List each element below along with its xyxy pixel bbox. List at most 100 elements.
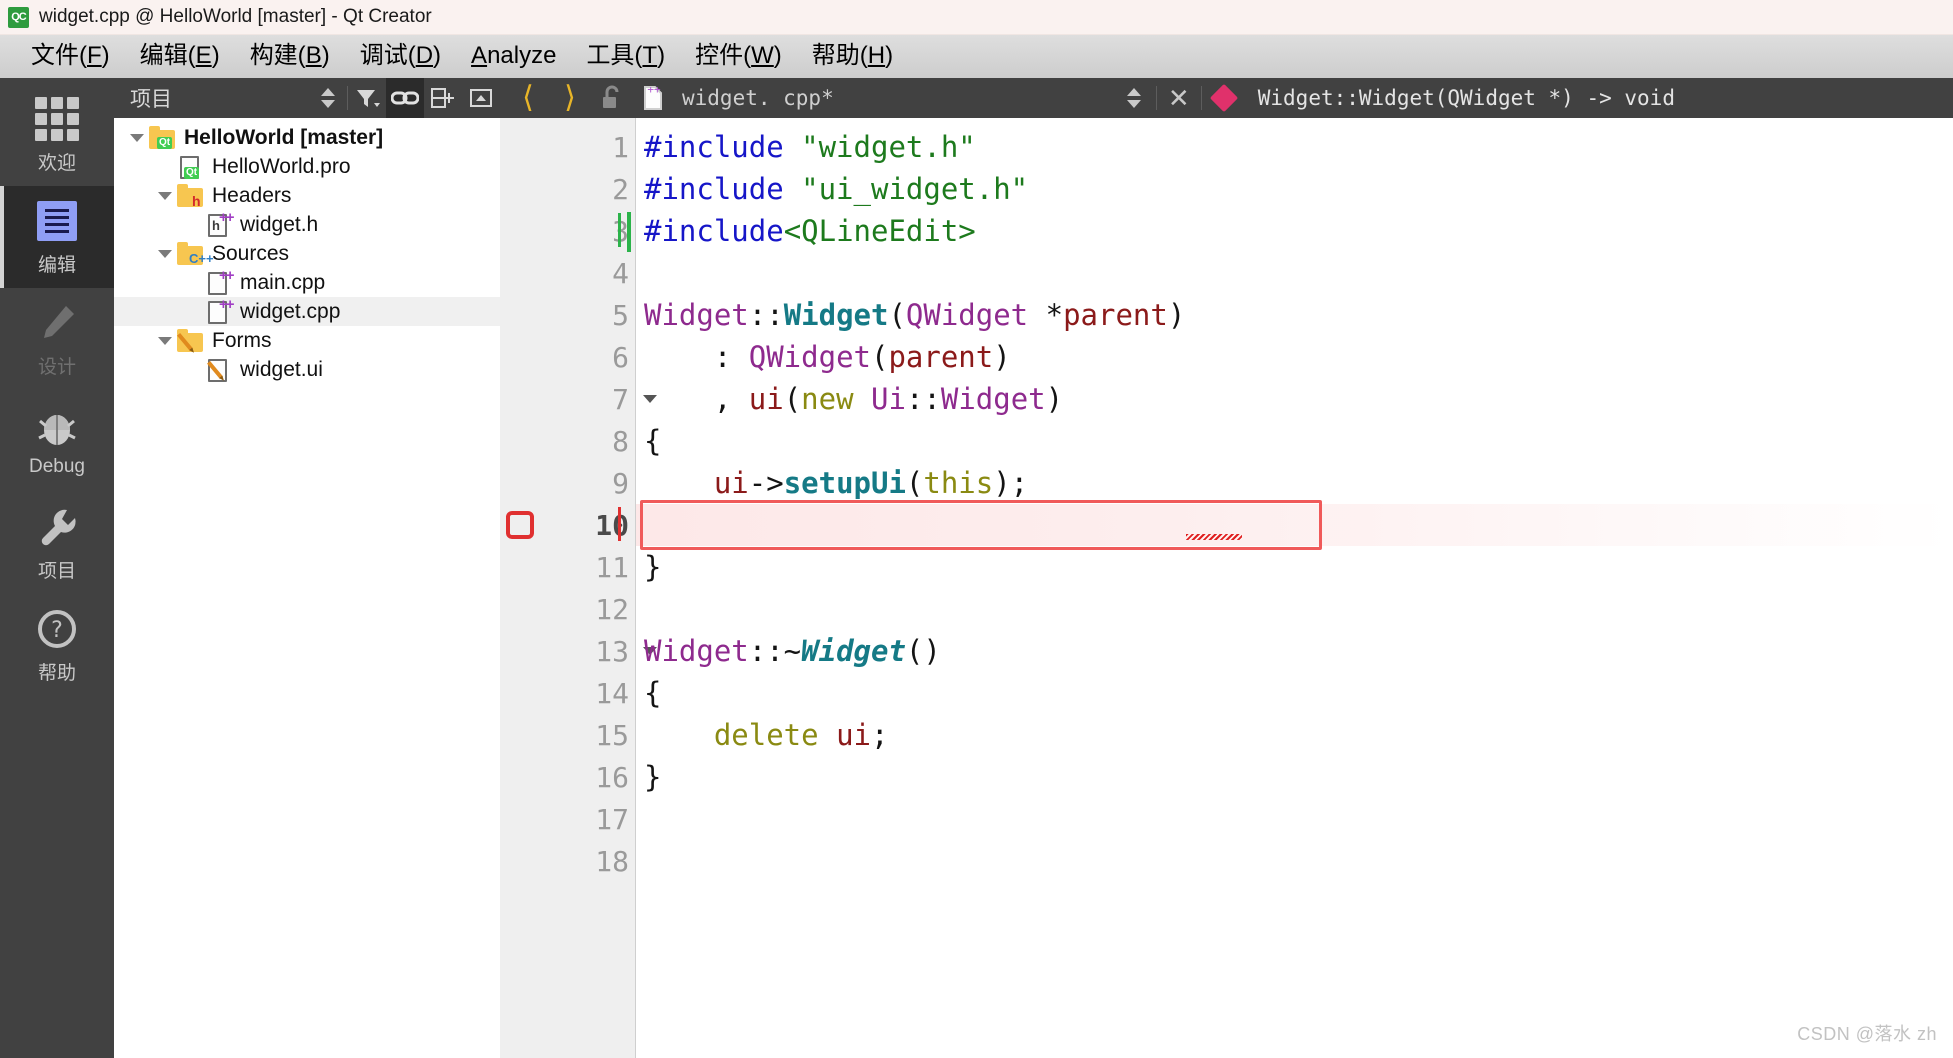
gutter-line-16[interactable]: 16 [500, 756, 635, 798]
code-line-17[interactable] [636, 798, 1953, 840]
code-token: "widget.h" [801, 130, 976, 164]
expander-arrow[interactable] [154, 243, 176, 265]
code-token: parent [888, 340, 994, 374]
gutter-line-12[interactable]: 12 [500, 588, 635, 630]
code-line-11[interactable]: } [636, 546, 1953, 588]
editor-toolbar: ⟨ ⟩ ++ widget. cpp* ✕ Widget::Widget(QWi… [500, 78, 1953, 118]
expander-arrow[interactable] [154, 185, 176, 207]
mode-selector: 欢迎 编辑 设计 Debug 项目? 帮助 [0, 78, 114, 1058]
code-line-2[interactable]: #include "ui_widget.h" [636, 168, 1953, 210]
code-token: :: [905, 382, 941, 416]
tree-item-helloworld-master-[interactable]: Qt HelloWorld [master] [114, 123, 500, 152]
menu-item-0[interactable]: 文件(F) [18, 40, 123, 72]
code-line-5[interactable]: Widget:: Widget(QWidget * parent) [636, 294, 1953, 336]
menu-item-1[interactable]: 编辑(E) [127, 40, 233, 72]
code-line-18[interactable] [636, 840, 1953, 882]
gutter-line-11[interactable]: 11 [500, 546, 635, 588]
code-token: new [801, 382, 854, 416]
code-line-1[interactable]: #include "widget.h" [636, 126, 1953, 168]
tree-item-sources[interactable]: C++ Sources [114, 239, 500, 268]
toolbar-divider-3 [1200, 86, 1202, 110]
chevron-right-icon[interactable]: ⟩ [550, 78, 590, 118]
code-line-6[interactable]: : QWidget(parent) [636, 336, 1953, 378]
tree-item-widget.cpp[interactable]: ++ widget.cpp [114, 297, 500, 326]
menu-item-2[interactable]: 构建(B) [237, 40, 343, 72]
code-line-4[interactable] [636, 252, 1953, 294]
tree-item-helloworld.pro[interactable]: Qt HelloWorld.pro [114, 152, 500, 181]
forms-folder-icon [176, 328, 204, 354]
menu-item-3[interactable]: 调试(D) [347, 40, 454, 72]
code-line-3[interactable]: #include <QLineEdit> [636, 210, 1953, 252]
gutter-line-17[interactable]: 17 [500, 798, 635, 840]
editor-filename[interactable]: widget. cpp* [682, 86, 834, 110]
gutter-line-14[interactable]: 14 [500, 672, 635, 714]
line-number: 7 [612, 382, 629, 416]
expander-arrow[interactable] [126, 127, 148, 149]
symbol-selector[interactable]: Widget::Widget(QWidget *) -> void [1258, 86, 1675, 110]
close-split-icon[interactable] [462, 78, 500, 118]
mode-button-Debug[interactable]: Debug [0, 390, 114, 492]
gutter-line-6[interactable]: 6 [500, 336, 635, 378]
project-sidebar: 项目 Qt HelloWorld [master] Qt HelloWorld.… [114, 78, 500, 1058]
view-selector-updown-icon[interactable] [309, 78, 347, 118]
tree-item-forms[interactable]: Forms [114, 326, 500, 355]
gutter-line-15[interactable]: 15 [500, 714, 635, 756]
line-number: 2 [612, 172, 629, 206]
gutter-line-9[interactable]: 9 [500, 462, 635, 504]
mode-button-帮助[interactable]: ? 帮助 [0, 594, 114, 696]
gutter-line-2[interactable]: 2 [500, 168, 635, 210]
code-line-7[interactable]: , ui(new Ui:: Widget) [636, 378, 1953, 420]
tree-item-label: HelloWorld.pro [212, 154, 351, 178]
headers-folder-icon: h [176, 183, 204, 209]
unlocked-padlock-icon[interactable] [592, 78, 632, 118]
code-line-12[interactable] [636, 588, 1953, 630]
menu-item-4[interactable]: Analyze [458, 40, 569, 72]
updown-arrows-icon[interactable] [1114, 78, 1154, 118]
mode-button-欢迎[interactable]: 欢迎 [0, 84, 114, 186]
gutter-line-5[interactable]: 5 [500, 294, 635, 336]
code-line-9[interactable]: ui -> setupUi(this); [636, 462, 1953, 504]
code-token: ; [871, 718, 889, 752]
code-line-15[interactable]: delete ui; [636, 714, 1953, 756]
gutter-line-7[interactable]: 7 [500, 378, 635, 420]
code-line-13[interactable]: Widget::~ Widget() [636, 630, 1953, 672]
gutter-line-1[interactable]: 1 [500, 126, 635, 168]
close-icon[interactable]: ✕ [1159, 78, 1199, 118]
link-with-editor-icon[interactable] [386, 78, 424, 118]
menu-item-7[interactable]: 帮助(H) [799, 40, 906, 72]
editor-gutter[interactable]: 123456789101112131415161718 [500, 118, 636, 1058]
gutter-line-18[interactable]: 18 [500, 840, 635, 882]
code-token: QWidget [748, 340, 871, 374]
breakpoint-marker[interactable] [506, 511, 534, 539]
tree-item-widget.h[interactable]: h ++ widget.h [114, 210, 500, 239]
tree-item-main.cpp[interactable]: ++ main.cpp [114, 268, 500, 297]
gutter-line-8[interactable]: 8 [500, 420, 635, 462]
code-line-14[interactable]: { [636, 672, 1953, 714]
code-editor[interactable]: 123456789101112131415161718 #include "wi… [500, 118, 1953, 1058]
chevron-left-icon[interactable]: ⟨ [508, 78, 548, 118]
split-add-icon[interactable] [424, 78, 462, 118]
code-line-8[interactable]: { [636, 420, 1953, 462]
gutter-line-4[interactable]: 4 [500, 252, 635, 294]
mode-button-编辑[interactable]: 编辑 [0, 186, 114, 288]
line-number: 1 [612, 130, 629, 164]
menu-item-6[interactable]: 控件(W) [682, 40, 795, 72]
code-token: Widget [783, 298, 889, 332]
gutter-line-3[interactable]: 3 [500, 210, 635, 252]
gutter-line-10[interactable]: 10 [500, 504, 635, 546]
gutter-line-13[interactable]: 13 [500, 630, 635, 672]
mode-label: 项目 [37, 560, 76, 582]
tree-item-headers[interactable]: h Headers [114, 181, 500, 210]
header-file-icon: h ++ [204, 210, 234, 238]
project-tree[interactable]: Qt HelloWorld [master] Qt HelloWorld.pro h He… [114, 118, 500, 1058]
tree-item-widget.ui[interactable]: widget.ui [114, 355, 500, 384]
code-token: #include [644, 214, 784, 248]
expander-arrow[interactable] [154, 330, 176, 352]
code-text-area[interactable]: #include "widget.h" #include "ui_widget.h… [636, 118, 1953, 1058]
mode-button-项目[interactable]: 项目 [0, 492, 114, 594]
code-line-16[interactable]: } [636, 756, 1953, 798]
menu-item-5[interactable]: 工具(T) [573, 40, 678, 72]
filter-icon[interactable] [348, 78, 386, 118]
